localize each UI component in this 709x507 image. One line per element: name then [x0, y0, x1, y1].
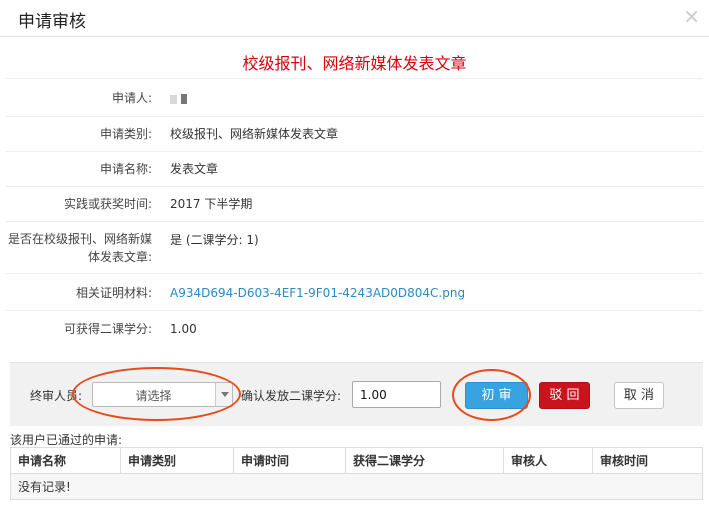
- confirm-credit-label: 确认发放二课学分:: [241, 389, 342, 403]
- column-header: 获得二课学分: [345, 447, 504, 474]
- close-icon[interactable]: ×: [683, 6, 700, 26]
- applicant-label: 申请人:: [111, 91, 152, 105]
- table-row: 没有记录!: [10, 473, 703, 500]
- confirm-credit-input[interactable]: [352, 381, 441, 408]
- application-heading: 校级报刊、网络新媒体发表文章: [242, 54, 467, 73]
- column-header: 申请类别: [120, 447, 234, 474]
- category-label: 申请类别:: [99, 127, 152, 141]
- final-reviewer-selected: 请选择: [135, 389, 172, 403]
- detail-row-name: 申请名称: 发表文章: [6, 152, 703, 187]
- column-header: 申请时间: [233, 447, 346, 474]
- table-header-row: 申请名称 申请类别 申请时间 获得二课学分 审核人 审核时间: [10, 447, 703, 474]
- detail-row-attachment: 相关证明材料: A934D694-D603-4EF1-9F01-4243AD0D…: [6, 274, 703, 311]
- published-label-line2: 体发表文章:: [87, 250, 152, 264]
- detail-row-credit: 可获得二课学分: 1.00: [6, 311, 703, 347]
- credit-label: 可获得二课学分:: [63, 322, 152, 336]
- detail-row-time: 实践或获奖时间: 2017 下半学期: [6, 187, 703, 222]
- application-name-value: 发表文章: [170, 162, 219, 176]
- practice-time-value: 2017 下半学期: [170, 197, 253, 211]
- applicant-name-redacted: [170, 88, 191, 109]
- published-value: 是 (二课学分: 1): [170, 233, 259, 247]
- detail-row-applicant: 申请人:: [6, 79, 703, 117]
- detail-row-published: 是否在校级报刊、网络新媒 体发表文章: 是 (二课学分: 1): [6, 222, 703, 274]
- attachment-link[interactable]: A934D694-D603-4EF1-9F01-4243AD0D804C.png: [170, 283, 465, 303]
- column-header: 申请名称: [10, 447, 121, 474]
- category-value: 校级报刊、网络新媒体发表文章: [170, 127, 339, 141]
- credit-value: 1.00: [170, 322, 197, 336]
- empty-message: 没有记录!: [10, 473, 703, 500]
- detail-row-category: 申请类别: 校级报刊、网络新媒体发表文章: [6, 117, 703, 152]
- practice-time-label: 实践或获奖时间:: [63, 197, 152, 211]
- dialog-title: 申请审核: [18, 12, 86, 32]
- passed-applications-table: 申请名称 申请类别 申请时间 获得二课学分 审核人 审核时间 没有记录!: [10, 447, 703, 500]
- final-reviewer-label: 终审人员:: [30, 389, 83, 403]
- column-header: 审核时间: [592, 447, 703, 474]
- chevron-down-icon[interactable]: [215, 383, 232, 406]
- published-label-line1: 是否在校级报刊、网络新媒: [7, 232, 152, 246]
- application-name-label: 申请名称:: [99, 162, 152, 176]
- final-reviewer-select[interactable]: 请选择: [92, 382, 233, 407]
- review-action-bar: 终审人员: 请选择 确认发放二课学分: 初 审 驳 回 取 消: [10, 362, 703, 426]
- first-review-button[interactable]: 初 审: [465, 382, 528, 409]
- column-header: 审核人: [503, 447, 593, 474]
- cancel-button[interactable]: 取 消: [614, 382, 664, 409]
- passed-applications-title: 该用户已通过的申请:: [10, 433, 123, 447]
- attachment-label: 相关证明材料:: [75, 286, 152, 300]
- reject-button[interactable]: 驳 回: [539, 382, 590, 409]
- dialog-header: 申请审核 ×: [0, 0, 709, 37]
